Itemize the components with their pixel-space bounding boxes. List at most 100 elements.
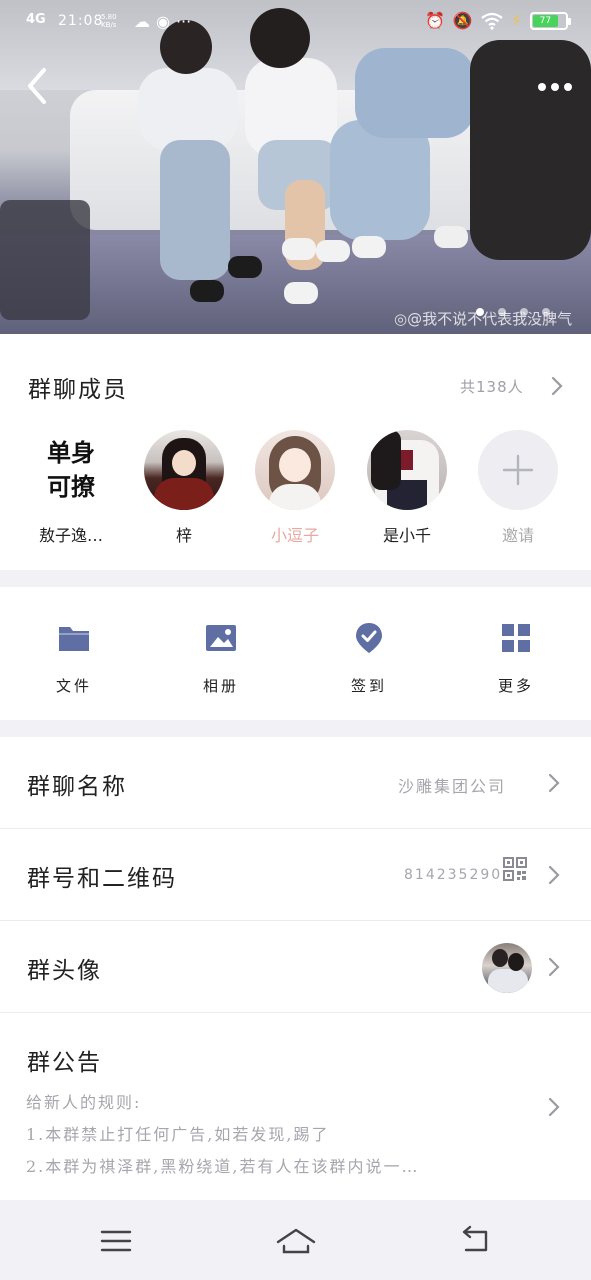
chevron-right-icon xyxy=(547,957,561,977)
checkin-icon xyxy=(356,623,382,653)
members-title: 群聊成员 xyxy=(28,377,128,403)
notice-text-line: 给新人的规则: xyxy=(26,1093,142,1112)
more-dot-icon xyxy=(564,83,572,91)
member-item[interactable]: 单身 可撩 敖子逸… xyxy=(21,430,121,546)
member-name: 邀请 xyxy=(501,526,534,545)
notice-text-line: 2.本群为祺泽群,黑粉绕道,若有人在该群内说一… xyxy=(26,1157,420,1176)
status-bar: 4G 21:08 5.80 KB/s ☁ ◉ ··· ⏰ 🔕 ⚡ 77 xyxy=(0,0,591,44)
notification-icons: ☁ ◉ ··· xyxy=(134,12,191,31)
row-label: 群号和二维码 xyxy=(27,866,177,892)
invite-member-button[interactable]: 邀请 xyxy=(468,430,568,546)
weibo-icon: ◎ xyxy=(394,310,408,328)
menu-button[interactable] xyxy=(96,1224,136,1258)
cover-figure xyxy=(138,68,238,150)
grid-icon xyxy=(502,624,530,652)
member-avatar: 单身 可撩 xyxy=(26,430,116,510)
members-count[interactable]: 共138人 xyxy=(460,376,524,397)
chevron-left-icon xyxy=(28,68,46,104)
cover-figure xyxy=(355,48,475,138)
member-item[interactable]: 是小千 xyxy=(357,430,457,546)
home-button[interactable] xyxy=(274,1224,318,1258)
checkin-button[interactable]: 签到 xyxy=(319,621,419,696)
cover-shoe xyxy=(284,282,318,304)
member-avatar xyxy=(367,430,447,510)
wifi-icon xyxy=(481,12,503,30)
avatar-figure xyxy=(492,949,508,967)
quick-actions: 文件 相册 签到 更多 xyxy=(0,587,591,720)
back-arrow-icon xyxy=(462,1225,488,1252)
battery-level: 77 xyxy=(533,14,558,27)
group-number-value: 814235290 xyxy=(404,867,503,883)
menu-icon xyxy=(100,1230,132,1252)
system-back-button[interactable] xyxy=(456,1224,496,1258)
avatar-text-line: 可撩 xyxy=(47,473,95,501)
avatar-figure xyxy=(172,450,196,476)
cover-figure xyxy=(0,200,90,320)
back-button[interactable] xyxy=(20,66,60,106)
chevron-right-icon xyxy=(547,773,561,793)
group-settings: 群聊名称 沙雕集团公司 群号和二维码 814235290 群头像 群公告 给新人… xyxy=(0,737,591,1200)
member-item[interactable]: 梓 xyxy=(134,430,234,546)
album-button[interactable]: 相册 xyxy=(171,621,271,696)
more-button[interactable]: 更多 xyxy=(466,621,566,696)
weibo-icon: ◉ xyxy=(156,12,170,31)
carousel-dot xyxy=(476,308,484,316)
member-name: 小逗子 xyxy=(270,526,319,545)
group-avatar-row[interactable]: 群头像 xyxy=(0,921,591,1013)
cloud-icon: ☁ xyxy=(134,12,150,31)
image-icon xyxy=(206,625,236,651)
action-label: 更多 xyxy=(497,677,534,695)
network-speed: 5.80 KB/s xyxy=(101,13,117,29)
battery-icon: 77 xyxy=(530,11,572,30)
row-label: 群头像 xyxy=(27,958,102,984)
action-label: 相册 xyxy=(202,677,239,695)
chevron-right-icon xyxy=(547,1097,561,1117)
avatar-text-line: 单身 xyxy=(47,439,95,467)
carousel-dot xyxy=(542,308,550,316)
charging-icon: ⚡ xyxy=(510,11,523,30)
member-name: 敖子逸… xyxy=(38,526,103,545)
avatar-figure xyxy=(371,430,401,490)
qr-code-icon xyxy=(503,857,527,881)
member-item[interactable]: 小逗子 xyxy=(245,430,345,546)
clock: 21:08 xyxy=(58,13,104,29)
group-members-section: 群聊成员 共138人 单身 可撩 敖子逸… 梓 小逗子 是小千 邀请 xyxy=(0,334,591,570)
action-label: 文件 xyxy=(55,677,92,695)
avatar-figure xyxy=(269,484,321,510)
alarm-icon: ⏰ xyxy=(425,11,445,30)
group-cover-photo[interactable]: ◎@我不说不代表我没脾气 xyxy=(0,0,591,334)
mute-icon: 🔕 xyxy=(452,11,473,30)
cover-shoe xyxy=(434,226,468,248)
notice-text-line: 1.本群禁止打任何广告,如若发现,踢了 xyxy=(26,1125,330,1144)
avatar-figure xyxy=(154,478,214,510)
invite-avatar xyxy=(478,430,558,510)
carousel-dot xyxy=(520,308,528,316)
row-label: 群聊名称 xyxy=(27,774,127,800)
avatar-text: 单身 可撩 xyxy=(26,430,116,510)
group-avatar-image xyxy=(482,943,532,993)
more-notifications-icon: ··· xyxy=(175,12,192,31)
cover-shoe xyxy=(228,256,262,278)
more-options-button[interactable] xyxy=(530,70,580,104)
member-avatar xyxy=(144,430,224,510)
carousel-dot xyxy=(498,308,506,316)
more-dot-icon xyxy=(538,83,546,91)
group-notice-row[interactable]: 群公告 给新人的规则: 1.本群禁止打任何广告,如若发现,踢了 2.本群为祺泽群… xyxy=(0,1013,591,1200)
cover-shoe xyxy=(190,280,224,302)
folder-icon xyxy=(59,627,89,651)
cover-figure xyxy=(160,140,230,280)
avatar-figure xyxy=(508,953,524,971)
row-label: 群公告 xyxy=(27,1050,102,1076)
group-name-row[interactable]: 群聊名称 沙雕集团公司 xyxy=(0,737,591,829)
carousel-indicator xyxy=(476,308,550,316)
files-button[interactable]: 文件 xyxy=(24,621,124,696)
chevron-right-icon xyxy=(547,865,561,885)
group-number-row[interactable]: 群号和二维码 814235290 xyxy=(0,829,591,921)
system-navigation-bar xyxy=(0,1200,591,1280)
member-avatar xyxy=(255,430,335,510)
system-icons: ⏰ 🔕 ⚡ 77 xyxy=(425,11,572,30)
cover-shoe xyxy=(282,238,316,260)
chevron-right-icon[interactable] xyxy=(550,376,564,396)
cover-shoe xyxy=(352,236,386,258)
avatar-figure xyxy=(488,969,528,993)
